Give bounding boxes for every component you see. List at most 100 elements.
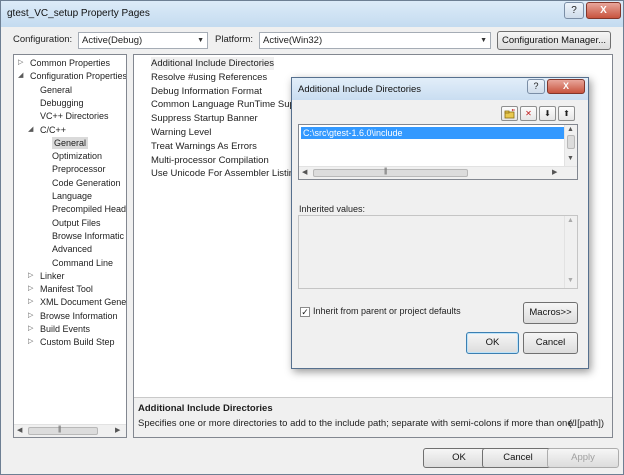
tree-item[interactable]: Debugging [40, 97, 84, 109]
configuration-manager-button[interactable]: Configuration Manager... [497, 31, 611, 50]
list-vertical-scrollbar[interactable]: ▲ ▼ [564, 125, 577, 166]
titlebar: gtest_VC_setup Property Pages ? X [1, 1, 623, 27]
scroll-right-icon[interactable]: ▶ [552, 168, 557, 176]
tree-item[interactable]: Output Files [52, 217, 101, 229]
property-row[interactable]: Additional Include Directories [151, 57, 275, 70]
tree-item[interactable]: Preprocessor [52, 163, 106, 175]
chevron-down-icon: ▼ [480, 37, 487, 44]
list-item[interactable]: C:\src\gtest-1.6.0\include [301, 127, 566, 139]
tree-item[interactable]: General [40, 84, 72, 96]
inherit-checkbox[interactable]: ✓ [300, 307, 310, 317]
tree-item[interactable]: XML Document Gene [40, 296, 126, 308]
property-row[interactable]: Use Unicode For Assembler Listing [151, 167, 299, 180]
move-down-button[interactable]: ⬇ [539, 106, 556, 121]
tree-item[interactable]: C/C++ [40, 124, 66, 136]
help-button[interactable]: ? [564, 2, 584, 19]
configuration-value: Active(Debug) [82, 35, 143, 46]
tree-item[interactable]: Precompiled Head [52, 203, 126, 215]
apply-button[interactable]: Apply [547, 448, 619, 468]
expanded-arrow-icon[interactable]: ◢ [18, 70, 23, 82]
collapsed-arrow-icon[interactable]: ▷ [28, 283, 33, 295]
inherited-values-list[interactable]: ▲ ▼ [298, 215, 578, 289]
collapsed-arrow-icon[interactable]: ▷ [28, 296, 33, 308]
scroll-grip-icon: ||| [58, 426, 62, 433]
configuration-label: Configuration: [13, 34, 73, 45]
tree-item[interactable]: Manifest Tool [40, 283, 93, 295]
description-switch: (/I[path]) [568, 418, 604, 429]
description-title: Additional Include Directories [138, 403, 273, 414]
dialog-ok-button[interactable]: OK [466, 332, 519, 354]
property-row[interactable]: Multi-processor Compilation [151, 154, 269, 167]
tree-item[interactable]: Advanced [52, 243, 92, 255]
tree-item[interactable]: Build Events [40, 323, 90, 335]
tree-horizontal-scrollbar[interactable]: ◀ ||| ▶ [14, 424, 126, 437]
inherited-vertical-scrollbar[interactable]: ▲ ▼ [564, 216, 577, 288]
property-row[interactable]: Common Language RunTime Support [151, 98, 311, 111]
tree-item[interactable]: Browse Informatic [52, 230, 124, 242]
scroll-down-icon[interactable]: ▼ [567, 277, 574, 284]
platform-value: Active(Win32) [263, 35, 323, 46]
tree-item[interactable]: VC++ Directories [40, 110, 109, 122]
cancel-button[interactable]: Cancel [482, 448, 554, 468]
tree-item[interactable]: General [52, 136, 89, 149]
window-title: gtest_VC_setup Property Pages [7, 8, 150, 19]
category-tree[interactable]: ▷ Common Properties ◢ Configuration Propert… [13, 54, 127, 438]
include-directories-dialog: Additional Include Directories ? X ✕ ⬇ ⬆… [291, 77, 589, 369]
dialog-cancel-button[interactable]: Cancel [523, 332, 578, 354]
collapsed-arrow-icon[interactable]: ▷ [28, 270, 33, 282]
tree-item[interactable]: Optimization [52, 150, 102, 162]
dialog-close-button[interactable]: X [547, 79, 585, 94]
scroll-up-icon[interactable]: ▲ [567, 126, 574, 133]
property-row[interactable]: Resolve #using References [151, 71, 267, 84]
scroll-right-icon[interactable]: ▶ [115, 426, 120, 434]
inherit-checkbox-label[interactable]: Inherit from parent or project defaults [313, 306, 461, 316]
tree-item[interactable]: Language [52, 190, 92, 202]
tree-item[interactable]: Code Generation [52, 177, 121, 189]
collapsed-arrow-icon[interactable]: ▷ [28, 336, 33, 348]
inherited-values-label: Inherited values: [299, 204, 366, 214]
expanded-arrow-icon[interactable]: ◢ [28, 124, 33, 136]
tree-item[interactable]: Common Properties [30, 57, 110, 69]
include-directories-list[interactable]: C:\src\gtest-1.6.0\include ▲ ▼ ◀ ||| ▶ [298, 124, 578, 180]
scroll-up-icon[interactable]: ▲ [567, 217, 574, 224]
tree-item[interactable]: Custom Build Step [40, 336, 115, 348]
description-text: Specifies one or more directories to add… [138, 418, 576, 429]
tree-item[interactable]: Command Line [52, 257, 113, 269]
property-row[interactable]: Suppress Startup Banner [151, 112, 258, 125]
property-pages-window: gtest_VC_setup Property Pages ? X Config… [0, 0, 624, 475]
macros-button[interactable]: Macros>> [523, 302, 578, 324]
collapsed-arrow-icon[interactable]: ▷ [18, 57, 23, 69]
scroll-thumb[interactable] [28, 427, 98, 435]
dialog-help-button[interactable]: ? [527, 79, 545, 94]
arrow-down-icon: ⬇ [544, 109, 551, 118]
platform-select[interactable]: Active(Win32) ▼ [259, 32, 491, 49]
checkmark-icon: ✓ [301, 307, 309, 317]
property-row[interactable]: Warning Level [151, 126, 211, 139]
scroll-grip-icon: ||| [384, 168, 388, 175]
chevron-down-icon: ▼ [197, 37, 204, 44]
dialog-title: Additional Include Directories [298, 84, 422, 95]
folder-new-icon [504, 108, 515, 119]
platform-label: Platform: [215, 34, 254, 45]
move-up-button[interactable]: ⬆ [558, 106, 575, 121]
delete-line-button[interactable]: ✕ [520, 106, 537, 121]
new-line-button[interactable] [501, 106, 518, 121]
description-panel: Additional Include Directories Specifies… [134, 397, 612, 437]
scroll-left-icon[interactable]: ◀ [17, 426, 22, 434]
scroll-thumb[interactable] [567, 135, 575, 149]
collapsed-arrow-icon[interactable]: ▷ [28, 310, 33, 322]
delete-icon: ✕ [525, 109, 532, 118]
list-horizontal-scrollbar[interactable]: ◀ ||| ▶ [299, 166, 577, 179]
close-button[interactable]: X [586, 2, 621, 19]
scroll-thumb[interactable] [313, 169, 468, 177]
tree-item[interactable]: Linker [40, 270, 65, 282]
configuration-select[interactable]: Active(Debug) ▼ [78, 32, 208, 49]
property-row[interactable]: Treat Warnings As Errors [151, 140, 257, 153]
dialog-titlebar: Additional Include Directories ? X [292, 78, 588, 100]
tree-item[interactable]: Configuration Properties [30, 70, 126, 82]
collapsed-arrow-icon[interactable]: ▷ [28, 323, 33, 335]
scroll-left-icon[interactable]: ◀ [302, 168, 307, 176]
property-row[interactable]: Debug Information Format [151, 85, 262, 98]
scroll-down-icon[interactable]: ▼ [567, 155, 574, 162]
tree-item[interactable]: Browse Information [40, 310, 118, 322]
